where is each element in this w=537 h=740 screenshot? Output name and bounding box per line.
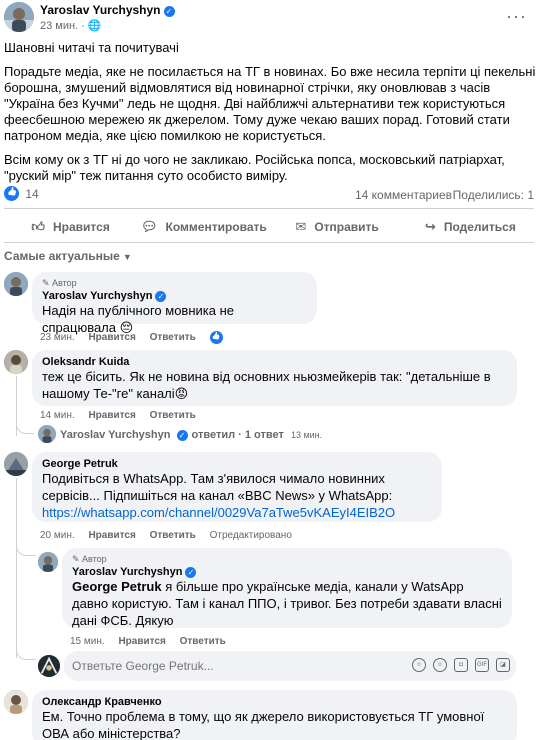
comment-reply-button[interactable]: Ответить	[150, 332, 196, 343]
like-button[interactable]: 👍︎ Нравится	[4, 212, 137, 242]
shares-count[interactable]: Поделились: 1	[453, 188, 534, 202]
comment-time[interactable]: 15 мин.	[70, 636, 105, 647]
replies-summary[interactable]: Yaroslav Yurchyshyn ✓ ответил · 1 ответ 1…	[60, 429, 333, 441]
comment-bubble: ✎ Автор Yaroslav Yurchyshyn ✓ Надія на пу…	[32, 272, 317, 335]
comment-text: Ем. Точно проблема в тому, що як джерело…	[42, 709, 485, 740]
post-body: Шановні читачі та почитувачі Порадьте ме…	[4, 40, 537, 192]
comment-reply-button[interactable]: Ответить	[150, 410, 196, 421]
edited-label: Отредактировано	[209, 530, 292, 541]
comment-like-button[interactable]: Нравится	[88, 332, 135, 343]
reactions-bar: 14 14 комментариев Поделились: 1	[4, 186, 534, 206]
comment-like-button[interactable]: Нравится	[88, 410, 135, 421]
comment-bubble: George Petruk Подивіться в WhatsApp. Там…	[32, 452, 442, 522]
comment-bubble: ✎ Автор Yaroslav Yurchyshyn ✓ George Petr…	[62, 548, 512, 628]
author-tag: ✎ Автор	[42, 278, 77, 288]
commenter-avatar[interactable]	[4, 452, 28, 476]
input-icons: ☺ ☺ ◘ GIF ◪	[412, 658, 510, 672]
commenter-avatar[interactable]	[4, 272, 28, 296]
comment-author[interactable]: Yaroslav Yurchyshyn ✓	[42, 290, 307, 302]
reactions-count[interactable]: 14	[25, 187, 38, 201]
commenter-avatar[interactable]	[4, 690, 28, 714]
emoji-icon[interactable]: ☺	[433, 658, 447, 672]
post-author-name[interactable]: Yaroslav Yurchyshyn ✓	[40, 3, 175, 17]
comment-author[interactable]: Олександр Кравченко	[42, 696, 507, 708]
post-paragraph: Всім кому ок з ТГ ні до чого не закликаю…	[4, 152, 505, 183]
comment-reply-button[interactable]: Ответить	[180, 636, 226, 647]
commenter-avatar[interactable]	[38, 552, 58, 572]
verified-badge-icon: ✓	[163, 6, 175, 17]
post-paragraph: Порадьте медіа, яке не посилається на ТГ…	[4, 64, 536, 143]
globe-icon: 🌐	[87, 20, 102, 32]
verified-badge-icon: ✓	[176, 430, 188, 441]
comment-text: Подивіться в WhatsApp. Там з'явилося чим…	[42, 471, 396, 520]
comment-meta: 15 мин. Нравится Ответить	[70, 636, 237, 647]
avatar-sticker-icon[interactable]: ☺	[412, 658, 426, 672]
like-reaction-icon[interactable]	[4, 186, 19, 202]
thumbs-up-icon: 👍︎	[31, 219, 45, 234]
mention-link[interactable]: George Petruk	[72, 579, 162, 594]
comment-sort-dropdown[interactable]: Самые актуальные ▼	[4, 249, 132, 263]
comment-author[interactable]: George Petruk	[42, 458, 432, 470]
comment-icon: 💬︎	[141, 219, 158, 234]
post-actions: 👍︎ Нравится 💬︎ Комментировать ✉︎ Отправить …	[4, 212, 537, 242]
comment-reply-button[interactable]: Ответить	[150, 530, 196, 541]
comment-time[interactable]: 20 мин.	[40, 530, 75, 541]
post-timestamp[interactable]: 23 мин. · 🌐	[40, 19, 102, 32]
comment-like-button[interactable]: Нравится	[118, 636, 165, 647]
author-avatar[interactable]	[4, 2, 34, 32]
send-button[interactable]: ✉︎ Отправить	[271, 212, 404, 242]
comment-like-button[interactable]: Нравится	[88, 530, 135, 541]
divider	[4, 208, 534, 209]
more-options-icon[interactable]: ···	[506, 6, 527, 27]
caret-down-icon: ▼	[122, 252, 132, 262]
sticker-icon[interactable]: ◪	[496, 658, 510, 672]
reply-avatar[interactable]	[38, 425, 56, 443]
comment-button[interactable]: 💬︎ Комментировать	[137, 212, 270, 242]
thread-curve	[16, 646, 36, 660]
gif-icon[interactable]: GIF	[475, 658, 489, 672]
verified-badge-icon: ✓	[155, 291, 167, 302]
reply-input[interactable]	[72, 659, 272, 673]
comment-author[interactable]: Oleksandr Kuida	[42, 356, 507, 368]
comment-author[interactable]: Yaroslav Yurchyshyn ✓	[72, 566, 502, 578]
share-button[interactable]: ↪︎ Поделиться	[404, 212, 537, 242]
comment-meta: 14 мин. Нравится Ответить	[40, 410, 207, 421]
comment-text: George Petruk я більше про українське ме…	[72, 579, 502, 628]
comment-bubble: Oleksandr Kuida теж це бісить. Як не нов…	[32, 350, 517, 406]
comment-time[interactable]: 23 мин.	[40, 332, 75, 343]
comment-meta: 20 мин. Нравится Ответить Отредактирован…	[40, 530, 303, 541]
like-reaction-icon[interactable]	[209, 331, 223, 344]
comments-count[interactable]: 14 комментариев	[355, 188, 452, 202]
current-user-avatar	[38, 655, 60, 677]
comment-meta: 23 мин. Нравится Ответить	[40, 331, 234, 344]
camera-icon[interactable]: ◘	[454, 658, 468, 672]
divider	[4, 242, 534, 243]
post-header: Yaroslav Yurchyshyn ✓ 23 мин. · 🌐 ···	[0, 0, 537, 38]
messenger-icon: ✉︎	[295, 219, 307, 234]
author-tag: ✎ Автор	[72, 554, 107, 564]
comment-text: теж це бісить. Як не новина від основних…	[42, 369, 491, 401]
replies-summary-time: 13 мин.	[290, 430, 323, 440]
verified-badge-icon: ✓	[185, 567, 197, 578]
replies-summary-text[interactable]: ответил · 1 ответ	[192, 429, 284, 441]
thread-curve	[16, 420, 34, 434]
post-paragraph: Шановні читачі та почитувачі	[4, 40, 179, 55]
reply-input-box: ☺ ☺ ◘ GIF ◪	[64, 651, 516, 681]
comment-time[interactable]: 14 мин.	[40, 410, 75, 421]
comment-bubble: Олександр Кравченко Ем. Точно проблема в…	[32, 690, 517, 740]
commenter-avatar[interactable]	[4, 350, 28, 374]
thread-line	[16, 478, 17, 658]
thread-curve	[16, 538, 36, 556]
comment-link[interactable]: https://whatsapp.com/channel/0029Va7aTwe…	[42, 505, 395, 520]
replies-summary-author[interactable]: Yaroslav Yurchyshyn	[60, 429, 170, 441]
share-icon: ↪︎	[424, 219, 436, 234]
